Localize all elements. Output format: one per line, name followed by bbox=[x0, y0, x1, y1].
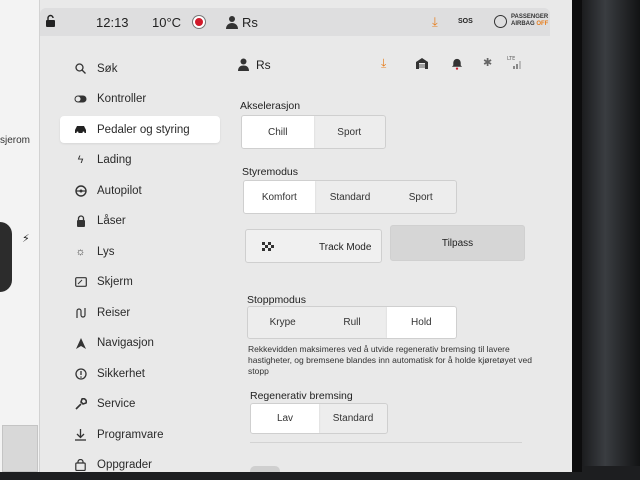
bolt-icon: ϟ bbox=[77, 154, 84, 166]
airbag-line1: PASSENGER bbox=[511, 14, 549, 20]
sidebar-item-label: Lys bbox=[97, 245, 115, 258]
partial-label: sjerom bbox=[0, 135, 31, 146]
next-setting-toggle[interactable] bbox=[250, 466, 280, 472]
sidebar-item-label: Pedaler og styring bbox=[97, 123, 190, 136]
download-icon[interactable]: ⤓ bbox=[432, 14, 438, 30]
lock-icon bbox=[74, 215, 87, 228]
driver-profile-name[interactable]: Rs bbox=[242, 15, 258, 30]
notification-bell-icon[interactable] bbox=[451, 57, 463, 70]
lte-signal-icon: LTE bbox=[507, 56, 521, 69]
sidebar-item-autopilot[interactable]: Autopilot bbox=[60, 177, 220, 204]
section-divider bbox=[250, 442, 522, 443]
track-mode-button[interactable]: Track Mode bbox=[245, 229, 382, 263]
sidebar-item-trips[interactable]: Reiser bbox=[60, 299, 220, 326]
stopping-mode-segmented-control: Krype Rull Hold bbox=[247, 306, 457, 339]
display-icon bbox=[74, 276, 87, 289]
car-view-panel[interactable]: sjerom ⚡ bbox=[0, 0, 40, 472]
stopping-mode-label: Stoppmodus bbox=[247, 294, 306, 306]
regen-option-standard[interactable]: Standard bbox=[319, 404, 387, 433]
lock-icon[interactable] bbox=[45, 14, 56, 28]
regen-braking-segmented-control: Lav Standard bbox=[250, 403, 388, 434]
sidebar-item-label: Service bbox=[97, 398, 136, 410]
bluetooth-icon[interactable]: ✱ bbox=[483, 56, 492, 69]
sidebar-item-label: Reiser bbox=[97, 306, 131, 319]
sidebar-item-label: Sikkerhet bbox=[97, 367, 145, 380]
sos-icon[interactable]: SOS bbox=[458, 18, 473, 25]
search-icon bbox=[74, 62, 87, 75]
sidebar-item-service[interactable]: Service bbox=[60, 391, 220, 418]
regen-option-lav[interactable]: Lav bbox=[251, 404, 319, 433]
sidebar-item-label: Programvare bbox=[97, 428, 164, 441]
acceleration-segmented-control: Chill Sport bbox=[241, 115, 386, 149]
sidebar-item-upgrades[interactable]: Oppgrader bbox=[60, 452, 220, 473]
sun-icon: ☼ bbox=[75, 245, 86, 258]
sidebar-item-software[interactable]: Programvare bbox=[60, 421, 220, 448]
dashcam-record-icon[interactable] bbox=[193, 16, 205, 28]
route-icon bbox=[74, 306, 87, 319]
thumbnail-image bbox=[2, 425, 38, 472]
outside-temperature: 10°C bbox=[152, 15, 182, 30]
car-illustration bbox=[0, 222, 12, 292]
steering-mode-segmented-control: Komfort Standard Sport bbox=[243, 180, 457, 214]
steering-option-sport[interactable]: Sport bbox=[385, 181, 456, 213]
regen-braking-label: Regenerativ bremsing bbox=[250, 390, 353, 402]
acceleration-label: Akselerasjon bbox=[240, 100, 301, 112]
stopping-option-krype[interactable]: Krype bbox=[248, 307, 317, 338]
signal-label: LTE bbox=[507, 56, 515, 62]
steering-mode-label: Styremodus bbox=[242, 166, 299, 178]
user-icon bbox=[238, 58, 249, 71]
acceleration-option-sport[interactable]: Sport bbox=[314, 116, 386, 148]
status-bar: 12:13 10°C Rs ⤓ SOS PASSENGER AIRBAG OFF bbox=[40, 8, 550, 36]
sidebar-item-label: Lading bbox=[97, 154, 132, 166]
wrench-icon bbox=[74, 398, 87, 411]
homelink-garage-icon[interactable] bbox=[416, 58, 428, 69]
airbag-line2: AIRBAG bbox=[511, 21, 535, 27]
screen-bezel bbox=[582, 0, 640, 480]
sidebar-item-locks[interactable]: Låser bbox=[60, 208, 220, 235]
touchscreen: sjerom ⚡ 12:13 10°C Rs ⤓ SOS PASSENGER A… bbox=[0, 0, 582, 472]
content-header: Rs ⤓ ✱ LTE bbox=[236, 55, 536, 77]
sidebar-item-label: Skjerm bbox=[97, 276, 133, 288]
sidebar-item-search[interactable]: Søk bbox=[60, 55, 220, 82]
car-icon bbox=[74, 123, 87, 136]
acceleration-option-chill[interactable]: Chill bbox=[242, 116, 314, 148]
settings-sidebar: Søk Kontroller Pedaler og styring ϟ Ladi… bbox=[60, 55, 220, 472]
steering-wheel-icon bbox=[74, 184, 87, 197]
shopping-bag-icon bbox=[74, 459, 87, 472]
stopping-option-hold[interactable]: Hold bbox=[386, 307, 456, 338]
clock: 12:13 bbox=[96, 15, 129, 30]
safety-icon bbox=[74, 367, 87, 380]
sidebar-item-label: Søk bbox=[97, 62, 118, 75]
track-mode-label: Track Mode bbox=[319, 242, 372, 253]
sidebar-item-safety[interactable]: Sikkerhet bbox=[60, 360, 220, 387]
passenger-airbag-status: PASSENGER AIRBAG OFF bbox=[511, 14, 548, 28]
sidebar-item-navigation[interactable]: Navigasjon bbox=[60, 330, 220, 357]
toggle-icon bbox=[74, 93, 87, 106]
charging-bolt-icon: ⚡ bbox=[22, 233, 30, 245]
airbag-icon bbox=[494, 15, 507, 28]
sidebar-item-controls[interactable]: Kontroller bbox=[60, 86, 220, 113]
sidebar-item-pedals-steering[interactable]: Pedaler og styring bbox=[60, 116, 220, 143]
user-icon[interactable] bbox=[226, 15, 238, 29]
airbag-state: OFF bbox=[536, 21, 549, 27]
stopping-mode-description: Rekkevidden maksimeres ved å utvide rege… bbox=[248, 344, 532, 376]
sidebar-item-display[interactable]: Skjerm bbox=[60, 269, 220, 296]
download-icon[interactable]: ⤓ bbox=[381, 56, 386, 71]
steering-option-komfort[interactable]: Komfort bbox=[244, 181, 315, 213]
customize-button[interactable]: Tilpass bbox=[390, 225, 525, 261]
sidebar-item-label: Autopilot bbox=[97, 184, 142, 197]
sidebar-item-label: Oppgrader bbox=[97, 459, 152, 471]
sidebar-item-label: Låser bbox=[97, 215, 126, 227]
sidebar-item-charging[interactable]: ϟ Lading bbox=[60, 147, 220, 174]
stopping-option-rull[interactable]: Rull bbox=[317, 307, 386, 338]
sidebar-item-label: Kontroller bbox=[97, 93, 147, 105]
sidebar-item-label: Navigasjon bbox=[97, 337, 154, 349]
navigation-arrow-icon bbox=[74, 337, 87, 350]
checkered-flag-icon bbox=[262, 242, 274, 251]
profile-name[interactable]: Rs bbox=[256, 58, 271, 72]
steering-option-standard[interactable]: Standard bbox=[315, 181, 386, 213]
download-icon bbox=[74, 428, 87, 441]
sidebar-item-lights[interactable]: ☼ Lys bbox=[60, 238, 220, 265]
